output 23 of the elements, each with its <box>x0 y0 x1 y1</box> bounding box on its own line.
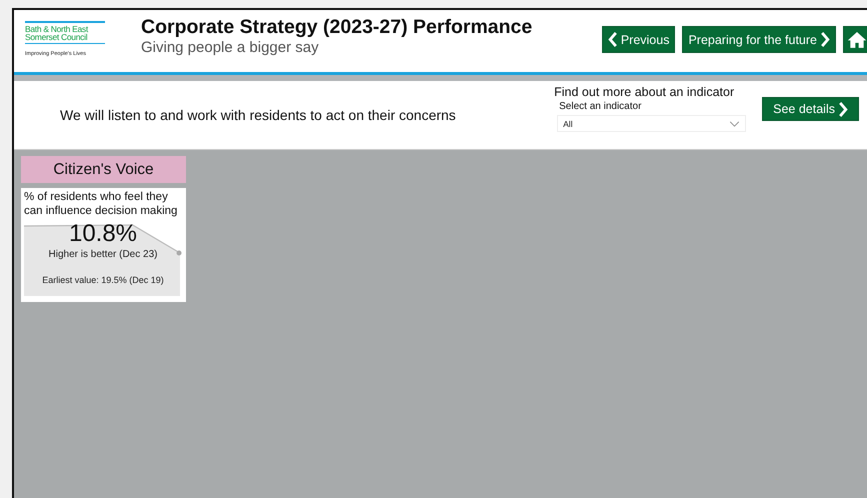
indicator-dropdown[interactable]: All <box>557 115 746 132</box>
indicator-card[interactable]: % of residents who feel they can influence decision making 10.8% Higher is better (Dec 23) Earliest value: 19.5% (Dec 19) <box>21 188 186 302</box>
chevron-left-icon <box>608 32 618 47</box>
indicator-note: Higher is better (Dec 23) <box>48 249 158 260</box>
chevron-right-icon <box>838 102 848 116</box>
caret-icon <box>729 120 740 126</box>
group-heading: Citizen's Voice <box>21 156 186 183</box>
select-label: Select an indicator <box>559 101 642 112</box>
page-subtitle: Giving people a bigger say <box>141 39 320 56</box>
chevron-right-icon <box>820 32 830 47</box>
page-title: Corporate Strategy (2023-27) Performance <box>141 15 532 39</box>
home-button[interactable] <box>843 26 867 53</box>
home-icon <box>846 30 866 49</box>
earliest-value: Earliest value: 19.5% (Dec 19) <box>42 275 164 285</box>
logo-text: Bath & North East <box>25 24 90 32</box>
indicator-value: 10.8% <box>68 220 138 248</box>
previous-button[interactable]: Previous <box>602 26 676 53</box>
statement-text: We will listen to and work with residents to act on their concerns <box>60 107 456 123</box>
finder-title: Find out more about an indicator <box>554 85 736 99</box>
indicator-name: % of residents who feel they can influence decision making <box>24 190 178 218</box>
next-button[interactable]: Preparing for the future <box>682 26 836 53</box>
logo-text: Somerset Council <box>25 32 88 40</box>
see-details-button[interactable]: See details <box>762 97 859 121</box>
